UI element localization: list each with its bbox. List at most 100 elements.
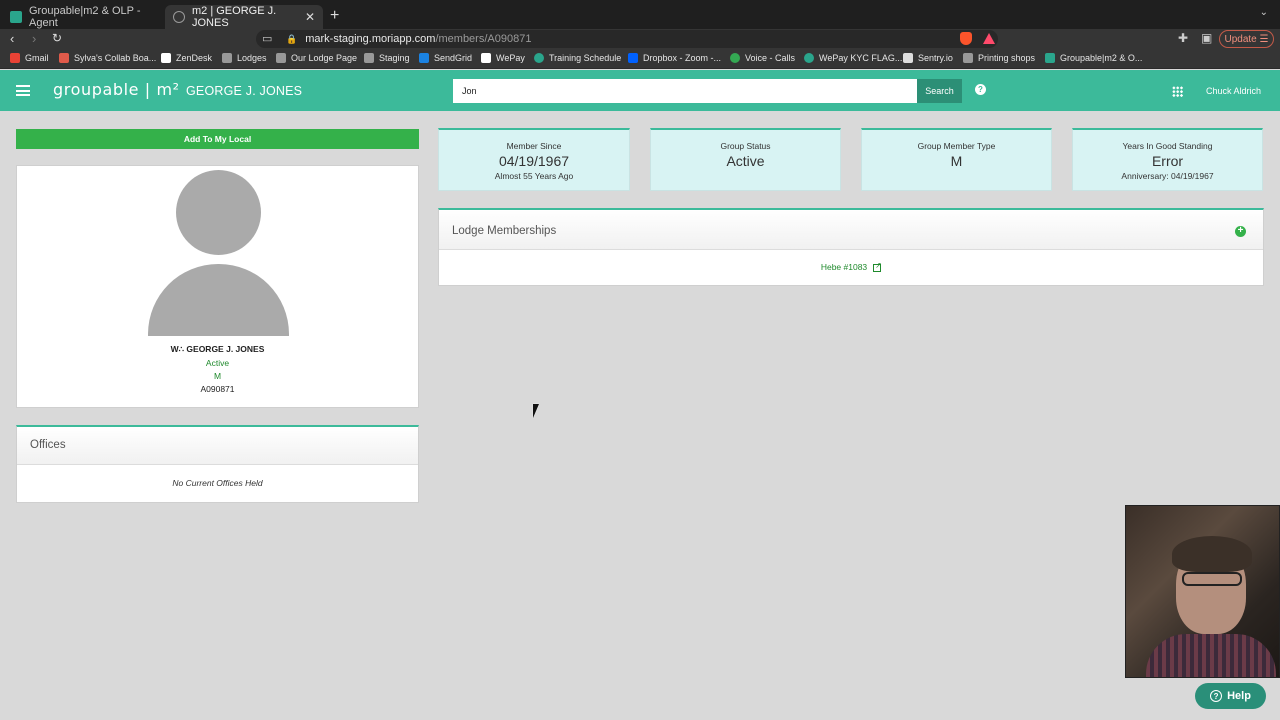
stat-label: Member Since — [506, 141, 562, 151]
groupable-favicon-icon — [10, 11, 22, 23]
stat-label: Group Status — [720, 141, 771, 151]
folder-icon — [276, 53, 286, 63]
stat-subtext: Anniversary: 04/19/1967 — [1121, 171, 1214, 181]
groupable-favicon-icon — [1045, 53, 1055, 63]
hamburger-menu-icon[interactable] — [16, 85, 30, 96]
help-widget-button[interactable]: ? Help — [1195, 683, 1266, 709]
tab-title: Groupable|m2 & OLP - Agent — [29, 5, 141, 29]
training-icon — [534, 53, 544, 63]
new-tab-icon[interactable]: + — [330, 7, 339, 25]
avatar — [148, 170, 289, 336]
bookmark-label: Lodges — [237, 53, 267, 63]
stat-subtext: Almost 55 Years Ago — [494, 171, 574, 181]
offices-empty-text: No Current Offices Held — [172, 478, 263, 488]
offices-title: Offices — [17, 427, 418, 465]
stat-value: Error — [1151, 153, 1184, 169]
external-link-icon — [873, 261, 882, 272]
groupable-logo[interactable]: groupable | m² — [53, 80, 180, 99]
close-tab-icon[interactable]: ✕ — [305, 10, 315, 24]
apps-grid-icon[interactable] — [1172, 86, 1183, 97]
lodge-memberships-card: Lodge Memberships + Hebe #1083 — [438, 208, 1264, 286]
stat-label: Years In Good Standing — [1122, 141, 1213, 151]
bookmark-lodges[interactable]: Lodges — [222, 53, 267, 63]
help-label: Help — [1227, 690, 1251, 702]
avatar-head — [176, 170, 261, 255]
webcam-hair — [1172, 536, 1252, 572]
member-search-input[interactable] — [453, 79, 917, 103]
forward-icon[interactable]: › — [32, 31, 36, 46]
folder-icon — [364, 53, 374, 63]
stat-group-member-type: Group Member Type M — [861, 128, 1052, 191]
bookmark-label: Dropbox - Zoom -... — [643, 53, 722, 63]
bookmark-sentry[interactable]: Sentry.io — [903, 53, 953, 63]
bookmark-wepay[interactable]: WePay — [481, 53, 525, 63]
bookmark-label: Our Lodge Page — [291, 53, 358, 63]
lock-icon: 🔒 — [286, 33, 298, 44]
bookmark-zendesk[interactable]: ZenDesk — [161, 53, 212, 63]
lodge-name: Hebe #1083 — [820, 262, 868, 272]
brave-rewards-icon[interactable] — [983, 33, 995, 44]
help-circle-icon[interactable]: ? — [975, 84, 986, 95]
tab-title: m2 | GEORGE J. JONES — [192, 5, 277, 29]
user-menu[interactable]: Chuck Aldrich — [1206, 86, 1261, 96]
stat-years-good-standing: Years In Good Standing Error Anniversary… — [1072, 128, 1263, 191]
chevron-down-icon[interactable]: ⌄ — [1260, 7, 1268, 18]
bookmark-label: ZenDesk — [176, 53, 213, 63]
stat-value: 04/19/1967 — [498, 153, 570, 169]
wepay-icon — [481, 53, 491, 63]
profile-status: Active — [205, 358, 230, 368]
browser-tab-member[interactable]: m2 | GEORGE J. JONES ✕ — [165, 5, 323, 29]
brave-shield-icon[interactable] — [960, 32, 972, 45]
gmail-icon — [10, 53, 20, 63]
bookmark-collab-board[interactable]: Sylva's Collab Boa... — [59, 53, 156, 63]
offices-card: Offices No Current Offices Held — [16, 425, 419, 503]
bookmark-staging[interactable]: Staging — [364, 53, 410, 63]
lodge-membership-link[interactable]: Hebe #1083 — [439, 261, 1263, 272]
bookmark-label: Printing shops — [978, 53, 1036, 63]
stat-group-status: Group Status Active — [650, 128, 841, 191]
reload-icon[interactable]: ↻ — [52, 31, 62, 45]
sentry-icon — [903, 53, 913, 63]
bookmark-printing-shops[interactable]: Printing shops — [963, 53, 1035, 63]
profile-member-type: M — [213, 371, 222, 381]
collab-icon — [59, 53, 69, 63]
search-button[interactable]: Search — [917, 79, 962, 103]
add-to-my-local-button[interactable]: Add To My Local — [16, 129, 419, 149]
wepay-kyc-icon — [804, 53, 814, 63]
address-bar[interactable]: 🔒 mark-staging.moriapp.com/members/A0908… — [256, 30, 998, 48]
bookmark-our-lodge-page[interactable]: Our Lodge Page — [276, 53, 357, 63]
add-lodge-membership-icon[interactable]: + — [1235, 226, 1246, 237]
help-question-icon: ? — [1210, 690, 1223, 702]
bookmark-training-schedule[interactable]: Training Schedule — [534, 53, 621, 63]
stat-member-since: Member Since 04/19/1967 Almost 55 Years … — [438, 128, 630, 191]
bookmark-label: Sentry.io — [918, 53, 953, 63]
url-path: /members/A090871 — [435, 33, 532, 45]
webcam-overlay — [1125, 505, 1280, 678]
phone-icon — [730, 53, 740, 63]
browser-toolbar: ‹ › ↻ 🔒 mark-staging.moriapp.com/members… — [0, 29, 1280, 50]
update-label: Update — [1224, 33, 1257, 45]
bookmark-star-icon[interactable]: ▭ — [262, 32, 272, 45]
bookmark-wepay-kyc[interactable]: WePay KYC FLAG... — [804, 53, 902, 63]
wallet-icon[interactable]: ▣ — [1201, 31, 1212, 45]
app-header: groupable | m² GEORGE J. JONES Search ? … — [0, 70, 1280, 111]
back-icon[interactable]: ‹ — [10, 31, 14, 46]
bookmark-label: SendGrid — [434, 53, 473, 63]
zendesk-icon — [161, 53, 171, 63]
webcam-shirt — [1146, 634, 1276, 677]
bookmark-voice-calls[interactable]: Voice - Calls — [730, 53, 795, 63]
extensions-icon[interactable]: ✚ — [1178, 31, 1188, 45]
folder-icon — [222, 53, 232, 63]
bookmark-gmail[interactable]: Gmail — [10, 53, 49, 63]
bookmark-groupable[interactable]: Groupable|m2 & O... — [1045, 53, 1142, 63]
bookmark-label: Training Schedule — [549, 53, 622, 63]
update-browser-button[interactable]: Update ☰ — [1219, 30, 1274, 48]
dropbox-icon — [628, 53, 638, 63]
bookmark-label: Gmail — [25, 53, 49, 63]
bookmark-label: WePay KYC FLAG... — [819, 53, 903, 63]
bookmark-sendgrid[interactable]: SendGrid — [419, 53, 472, 63]
browser-tab-agent[interactable]: Groupable|m2 & OLP - Agent — [2, 5, 162, 29]
bookmark-dropbox-zoom[interactable]: Dropbox - Zoom -... — [628, 53, 721, 63]
member-profile-card: W∴ GEORGE J. JONES Active M A090871 — [16, 165, 419, 408]
profile-member-name: W∴ GEORGE J. JONES — [170, 344, 265, 354]
